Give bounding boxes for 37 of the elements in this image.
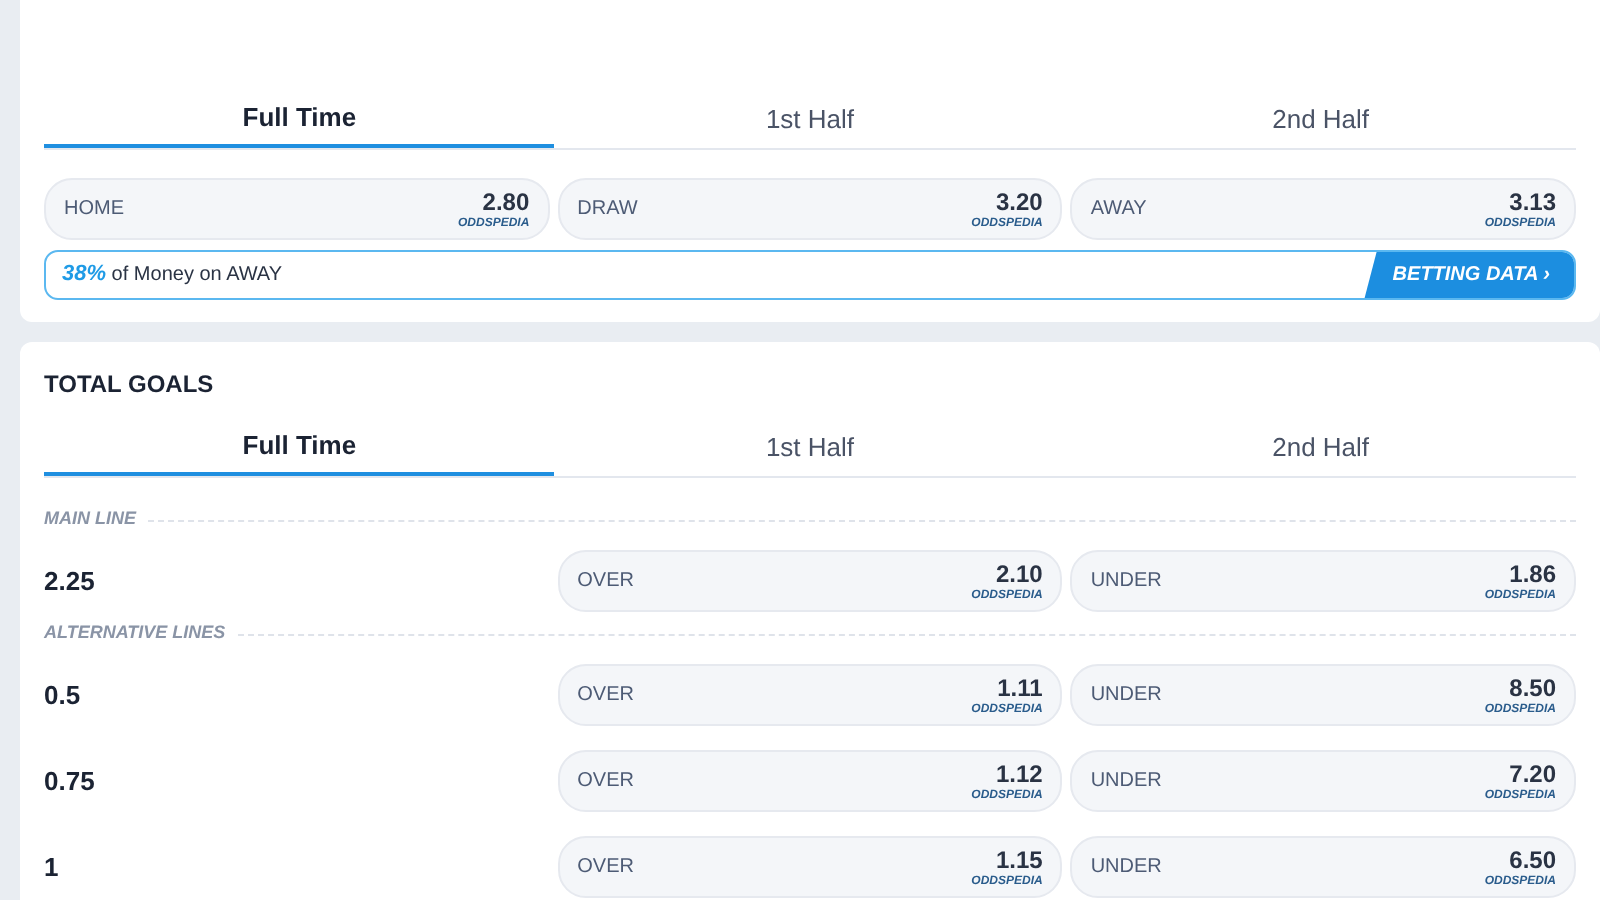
outcome-label: UNDER <box>1090 682 1162 710</box>
odds-value: 3.20 <box>995 189 1043 213</box>
odds-value: 7.20 <box>1509 761 1556 785</box>
period-tab[interactable]: 1st Half <box>554 92 1066 148</box>
odds-value: 6.50 <box>1509 847 1556 871</box>
odds-value: 3.13 <box>1509 189 1556 213</box>
outcome-label: OVER <box>577 854 634 882</box>
odds-value: 1.11 <box>997 675 1043 699</box>
odds-value: 2.10 <box>995 561 1043 585</box>
odds-value: 1.12 <box>995 761 1043 785</box>
period-tab[interactable]: 2nd Half <box>1065 92 1576 148</box>
outcome-label: UNDER <box>1090 568 1162 596</box>
goal-line: 2.25 <box>44 563 97 600</box>
outcome-label: DRAW <box>577 196 638 224</box>
outcome-label: AWAY <box>1090 196 1147 224</box>
outcome-label: OVER <box>577 768 634 796</box>
outcome-label: HOME <box>64 196 124 224</box>
outcome-label: OVER <box>577 568 634 596</box>
money-text: 38% of Money on AWAY <box>60 260 283 291</box>
odds-value: 1.86 <box>1509 561 1556 585</box>
odds-value: 2.80 <box>482 189 530 213</box>
outcome-label: UNDER <box>1090 768 1162 796</box>
betting-data-button[interactable]: BETTING DATA › <box>1364 252 1574 298</box>
period-tab[interactable]: Full Time <box>44 92 555 148</box>
goal-line: 0.75 <box>44 763 97 800</box>
section-title: TOTAL GOALS <box>44 368 216 402</box>
goal-line: 1 <box>44 849 61 886</box>
odds-value: 8.50 <box>1509 675 1556 699</box>
outcome-label: OVER <box>577 682 634 710</box>
goal-line: 0.5 <box>44 677 83 714</box>
period-tab[interactable]: 1st Half <box>554 420 1066 476</box>
line-group-heading: MAIN LINE <box>44 506 136 533</box>
outcome-label: UNDER <box>1090 854 1162 882</box>
period-tab[interactable]: Full Time <box>44 420 555 476</box>
odds-value: 1.15 <box>995 847 1043 871</box>
period-tab[interactable]: 2nd Half <box>1065 420 1576 476</box>
line-group-heading: ALTERNATIVE LINES <box>44 620 226 647</box>
